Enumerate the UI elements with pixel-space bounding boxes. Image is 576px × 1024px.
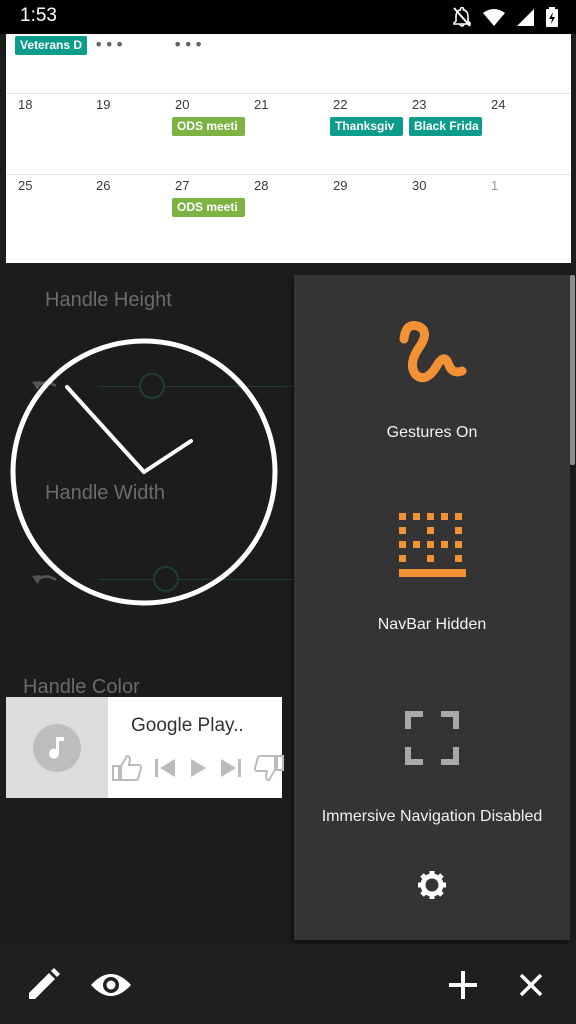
calendar-day[interactable]: 26 (96, 178, 110, 193)
handle-height-label: Handle Height (45, 289, 172, 311)
battery-charging-icon (546, 7, 558, 31)
event-chip[interactable]: ODS meeti (172, 117, 245, 136)
music-note-icon (33, 724, 81, 772)
quick-settings-panel: Gestures On NavBar Hidden Immersive Navi… (294, 275, 570, 940)
more-events-indicator[interactable]: ••• (94, 37, 125, 53)
more-events-indicator[interactable]: ••• (173, 37, 204, 53)
navbar-status-label[interactable]: NavBar Hidden (294, 616, 570, 634)
scrollbar[interactable] (570, 275, 575, 465)
calendar-day[interactable]: 22 (333, 97, 347, 112)
navbar-grid-icon[interactable] (397, 511, 467, 583)
music-title: Google Play.. (131, 715, 244, 736)
wifi-icon (483, 8, 505, 30)
skip-previous-icon[interactable] (152, 755, 178, 785)
gesture-icon[interactable] (396, 317, 468, 393)
eye-icon[interactable] (90, 964, 132, 1006)
immersive-status-label[interactable]: Immersive Navigation Disabled (294, 808, 570, 826)
calendar-day[interactable]: 20 (175, 97, 189, 112)
gear-icon[interactable] (417, 870, 447, 904)
album-art (6, 697, 108, 798)
thumb-up-icon[interactable] (111, 754, 143, 786)
calendar-day[interactable]: 18 (18, 97, 32, 112)
calendar-day[interactable]: 29 (333, 178, 347, 193)
fullscreen-icon[interactable] (405, 711, 459, 769)
status-time: 1:53 (20, 5, 57, 26)
notifications-off-icon (453, 6, 471, 31)
calendar-day[interactable]: 30 (412, 178, 426, 193)
gestures-status-label[interactable]: Gestures On (294, 424, 570, 442)
calendar-week-row: 25 26 27 28 29 30 1 ODS meeti (6, 174, 571, 263)
close-icon[interactable] (510, 964, 552, 1006)
screen: 1:53 Veterans D ••• ••• 18 19 20 21 22 2… (0, 0, 576, 1024)
event-chip[interactable]: Veterans D (15, 36, 87, 55)
calendar-day[interactable]: 1 (491, 178, 498, 193)
play-icon[interactable] (187, 755, 209, 785)
event-chip[interactable]: Black Frida (409, 117, 482, 136)
calendar-day[interactable]: 23 (412, 97, 426, 112)
bottom-toolbar (0, 944, 576, 1024)
calendar-day[interactable]: 24 (491, 97, 505, 112)
add-icon[interactable] (442, 964, 484, 1006)
calendar-day[interactable]: 19 (96, 97, 110, 112)
calendar-day[interactable]: 28 (254, 178, 268, 193)
status-icons (453, 6, 558, 31)
calendar-week-row: 18 19 20 21 22 23 24 ODS meeti Thanksgiv… (6, 93, 571, 174)
handle-width-label: Handle Width (45, 482, 166, 504)
music-controls (111, 754, 285, 786)
calendar-day[interactable]: 25 (18, 178, 32, 193)
edit-icon[interactable] (22, 964, 64, 1006)
thumb-down-icon[interactable] (253, 754, 285, 786)
status-bar: 1:53 (0, 0, 576, 34)
calendar-day[interactable]: 27 (175, 178, 189, 193)
calendar-day[interactable]: 21 (254, 97, 268, 112)
analog-clock-widget[interactable] (9, 337, 279, 607)
cell-signal-icon (517, 8, 534, 30)
calendar-widget[interactable]: Veterans D ••• ••• 18 19 20 21 22 23 24 … (6, 34, 571, 263)
skip-next-icon[interactable] (218, 755, 244, 785)
handle-color-label: Handle Color (23, 676, 140, 698)
music-widget[interactable]: Google Play.. (6, 697, 285, 798)
event-chip[interactable]: ODS meeti (172, 198, 245, 217)
event-chip[interactable]: Thanksgiv (330, 117, 403, 136)
